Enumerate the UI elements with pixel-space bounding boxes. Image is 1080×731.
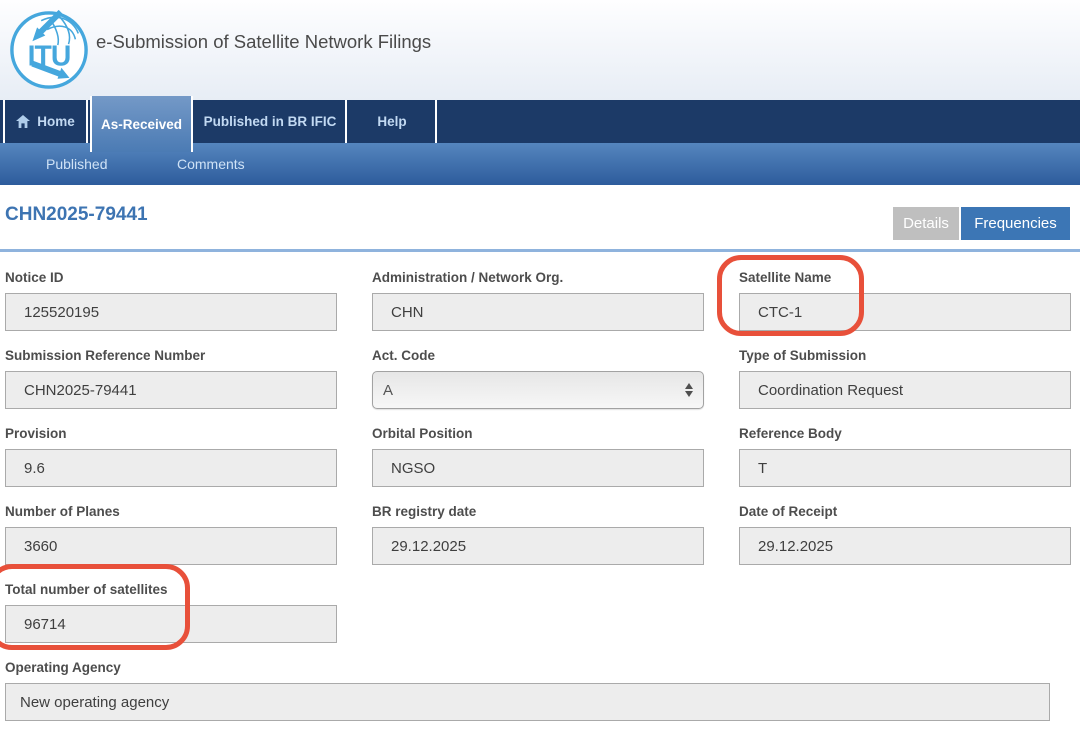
field-label: Notice ID [5,271,337,285]
field-label: Total number of satellites [5,583,337,597]
nav-tab-label: Help [377,114,406,129]
filing-details-form: Notice ID Administration / Network Org. … [5,271,1071,721]
type-of-submission-input[interactable] [739,371,1071,409]
field-reference-body: Reference Body [739,427,1071,487]
itu-logo-icon: ITU [8,9,90,91]
app-header: ITU e-Submission of Satellite Network Fi… [0,0,1080,100]
page: ITU e-Submission of Satellite Network Fi… [0,0,1080,731]
satellite-name-input[interactable] [739,293,1071,331]
act-code-value: A [383,382,685,399]
field-provision: Provision [5,427,337,487]
field-label: Date of Receipt [739,505,1071,519]
field-administration: Administration / Network Org. [372,271,704,331]
orbital-position-input[interactable] [372,449,704,487]
submission-reference-input[interactable] [5,371,337,409]
nav-tab-help[interactable]: Help [349,100,437,143]
app-title: e-Submission of Satellite Network Filing… [96,31,431,53]
field-label: BR registry date [372,505,704,519]
field-number-of-planes: Number of Planes [5,505,337,565]
heading-divider [0,249,1080,252]
act-code-select[interactable]: A [372,371,704,409]
field-label: Act. Code [372,349,704,363]
field-label: Submission Reference Number [5,349,337,363]
field-label: Provision [5,427,337,441]
br-registry-date-input[interactable] [372,527,704,565]
field-label: Satellite Name [739,271,1071,285]
reference-body-input[interactable] [739,449,1071,487]
number-of-planes-input[interactable] [5,527,337,565]
field-act-code: Act. Code A [372,349,704,409]
subnav-item-label: Published [46,156,108,172]
total-satellites-input[interactable] [5,605,337,643]
field-satellite-name: Satellite Name [739,271,1071,331]
subnav-item-label: Comments [177,156,245,172]
field-label: Type of Submission [739,349,1071,363]
administration-input[interactable] [372,293,704,331]
field-total-satellites: Total number of satellites [5,583,337,643]
field-label: Operating Agency [5,661,1071,675]
field-submission-reference: Submission Reference Number [5,349,337,409]
nav-tab-label: Published in BR IFIC [204,114,337,129]
field-notice-id: Notice ID [5,271,337,331]
field-label: Reference Body [739,427,1071,441]
field-label: Administration / Network Org. [372,271,704,285]
date-of-receipt-input[interactable] [739,527,1071,565]
home-icon [16,115,30,128]
field-type-of-submission: Type of Submission [739,349,1071,409]
nav-tab-published-in-br-ific[interactable]: Published in BR IFIC [195,100,347,143]
field-orbital-position: Orbital Position [372,427,704,487]
stepper-arrows-icon [685,383,693,397]
field-operating-agency: Operating Agency [5,661,1071,721]
field-date-of-receipt: Date of Receipt [739,505,1071,565]
field-label: Number of Planes [5,505,337,519]
nav-tab-label: Home [37,114,75,129]
notice-id-input[interactable] [5,293,337,331]
page-title: CHN2025-79441 [5,204,148,226]
main-navbar: Home As-Received Published in BR IFIC He… [0,100,1080,143]
provision-input[interactable] [5,449,337,487]
nav-tab-home[interactable]: Home [3,100,88,143]
field-label: Orbital Position [372,427,704,441]
field-br-registry-date: BR registry date [372,505,704,565]
details-button[interactable]: Details [893,207,959,240]
operating-agency-input[interactable] [5,683,1050,721]
frequencies-button[interactable]: Frequencies [961,207,1070,240]
nav-tab-as-received[interactable]: As-Received [90,96,193,152]
nav-tab-label: As-Received [101,117,182,132]
